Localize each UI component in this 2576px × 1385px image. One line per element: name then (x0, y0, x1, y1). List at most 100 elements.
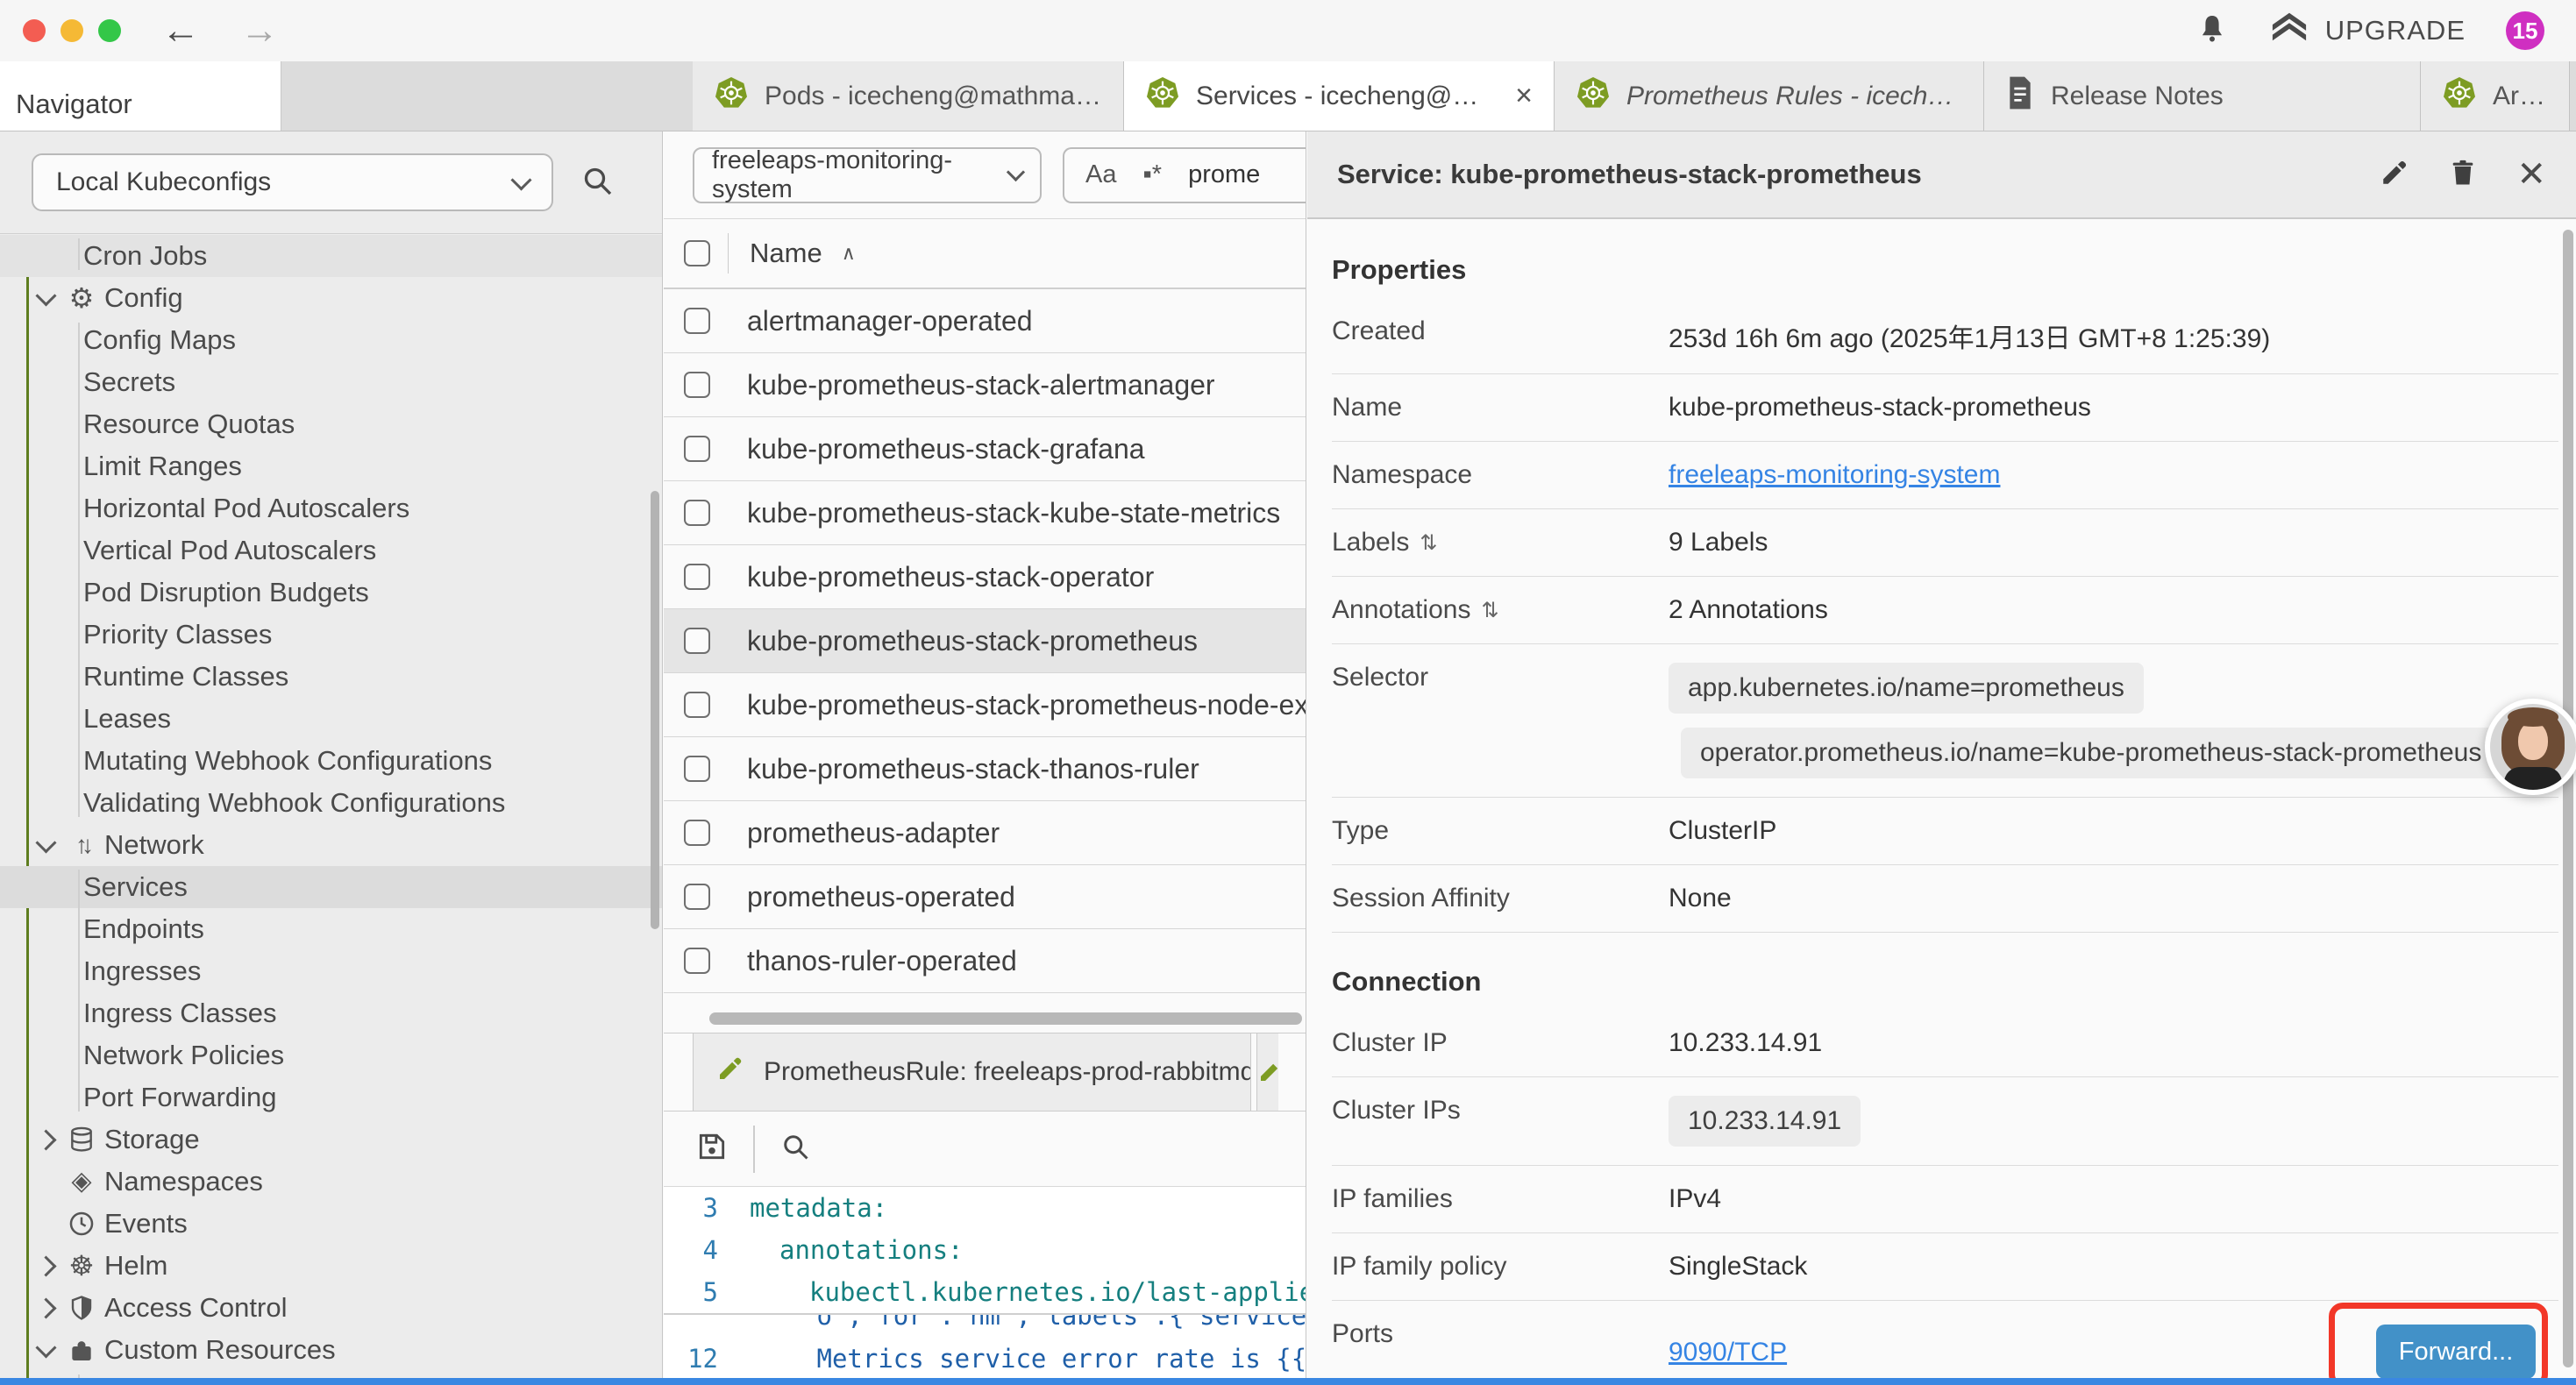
sidebar-item-horizontal-pod-autoscalers[interactable]: Horizontal Pod Autoscalers (0, 487, 662, 529)
close-window-button[interactable] (23, 19, 46, 42)
editor-tab-clipped[interactable] (1256, 1033, 1278, 1111)
save-icon[interactable] (695, 1130, 729, 1168)
namespace-filter-select[interactable]: freeleaps-monitoring-system (693, 147, 1042, 203)
tab-release-notes[interactable]: Release Notes (1984, 61, 2421, 131)
sidebar-item-leases[interactable]: Leases (0, 698, 662, 740)
editor-tab-prometheusrule[interactable]: PrometheusRule: freeleaps-prod-rabbitmq (693, 1033, 1251, 1111)
maximize-window-button[interactable] (98, 19, 121, 42)
sidebar-item-vertical-pod-autoscalers[interactable]: Vertical Pod Autoscalers (0, 529, 662, 572)
sidebar-item-services[interactable]: Services (0, 866, 662, 908)
table-row-kube-prometheus-stack-grafana[interactable]: kube-prometheus-stack-grafana (664, 417, 1306, 481)
sidebar-item-namespaces[interactable]: ◈Namespaces (0, 1161, 662, 1203)
chevron-down-icon[interactable] (35, 832, 56, 853)
upgrade-button[interactable]: UPGRADE (2269, 9, 2466, 53)
row-checkbox[interactable] (684, 372, 710, 398)
sidebar-item-storage[interactable]: Storage (0, 1119, 662, 1161)
table-row-kube-prometheus-stack-kube-state-metrics[interactable]: kube-prometheus-stack-kube-state-metrics (664, 481, 1306, 545)
sort-toggle-icon[interactable]: ⇅ (1420, 530, 1437, 556)
horizontal-scrollbar[interactable] (709, 1012, 1302, 1025)
sidebar-item-cron-jobs[interactable]: Cron Jobs (0, 235, 662, 277)
row-checkbox[interactable] (684, 692, 710, 718)
row-checkbox[interactable] (684, 884, 710, 910)
sidebar-item-mutating-webhook-configurations[interactable]: Mutating Webhook Configurations (0, 740, 662, 782)
tab-close-icon[interactable]: × (1503, 79, 1533, 113)
table-row-kube-prometheus-stack-prometheus[interactable]: kube-prometheus-stack-prometheus (664, 609, 1306, 673)
table-row-kube-prometheus-stack-operator[interactable]: kube-prometheus-stack-operator (664, 545, 1306, 609)
port-link-9090-tcp[interactable]: 9090/TCP (1669, 1338, 1787, 1367)
tab-prometheus-rules-icecheng[interactable]: Prometheus Rules - icecheng... (1555, 61, 1984, 131)
match-case-icon[interactable]: Aa (1085, 160, 1116, 189)
resource-search-input[interactable]: Aa ▪* prome (1063, 147, 1306, 203)
sidebar-item-limit-ranges[interactable]: Limit Ranges (0, 445, 662, 487)
sidebar-item-validating-webhook-configurations[interactable]: Validating Webhook Configurations (0, 782, 662, 824)
user-badge[interactable]: 15 (2506, 11, 2544, 50)
row-checkbox[interactable] (684, 628, 710, 654)
minimize-window-button[interactable] (60, 19, 83, 42)
sidebar-item-label: Mutating Webhook Configurations (83, 745, 492, 777)
tab-services-icecheng-math[interactable]: Services - icecheng@math...× (1124, 61, 1555, 131)
tab-argo-se[interactable]: Argo Se (2421, 61, 2570, 131)
sidebar-item-resource-quotas[interactable]: Resource Quotas (0, 403, 662, 445)
row-checkbox[interactable] (684, 308, 710, 334)
sidebar-item-endpoints[interactable]: Endpoints (0, 908, 662, 950)
sidebar-item-ingresses[interactable]: Ingresses (0, 950, 662, 992)
yaml-editor[interactable]: 3metadata:4annotations:5kubectl.kubernet… (664, 1187, 1306, 1378)
table-row-thanos-ruler-operated[interactable]: thanos-ruler-operated (664, 929, 1306, 993)
row-checkbox[interactable] (684, 564, 710, 590)
sidebar-item-port-forwarding[interactable]: Port Forwarding (0, 1076, 662, 1119)
kubeconfig-selector[interactable]: Local Kubeconfigs (32, 153, 553, 211)
sort-asc-icon[interactable]: ∧ (842, 242, 856, 265)
close-details-icon[interactable]: ✕ (2516, 157, 2546, 192)
editor-search-icon[interactable] (779, 1131, 811, 1167)
sidebar-item-config[interactable]: ⚙Config (0, 277, 662, 319)
edit-pencil-icon[interactable] (2380, 158, 2409, 192)
row-checkbox[interactable] (684, 948, 710, 974)
sidebar-scrollbar[interactable] (651, 491, 659, 929)
sidebar-item-definitions[interactable]: Definitions (0, 1371, 662, 1378)
row-checkbox[interactable] (684, 820, 710, 846)
row-checkbox[interactable] (684, 436, 710, 462)
user-avatar[interactable] (2485, 699, 2576, 795)
sort-toggle-icon[interactable]: ⇅ (1481, 598, 1498, 623)
sidebar-item-helm[interactable]: ☸Helm (0, 1245, 662, 1287)
tab-pods-icecheng-mathmas[interactable]: Pods - icecheng@mathmas... (693, 61, 1124, 131)
details-title: Service: kube-prometheus-stack-prometheu… (1337, 159, 1922, 190)
select-all-checkbox[interactable] (684, 240, 710, 266)
regex-icon[interactable]: ▪* (1142, 160, 1162, 189)
chevron-right-icon[interactable] (35, 1129, 56, 1150)
table-row-prometheus-adapter[interactable]: prometheus-adapter (664, 801, 1306, 865)
value-badge: app.kubernetes.io/name=prometheus (1669, 663, 2144, 714)
row-checkbox[interactable] (684, 756, 710, 782)
name-column-header[interactable]: Name (750, 238, 822, 269)
sidebar-item-access-control[interactable]: Access Control (0, 1287, 662, 1329)
sidebar-item-ingress-classes[interactable]: Ingress Classes (0, 992, 662, 1034)
details-scrollbar[interactable] (2563, 230, 2573, 1367)
sidebar-item-config-maps[interactable]: Config Maps (0, 319, 662, 361)
chevron-right-icon[interactable] (35, 1297, 56, 1318)
forward-arrow-button[interactable]: → (240, 11, 279, 50)
chevron-right-icon[interactable] (35, 1255, 56, 1276)
chevron-down-icon[interactable] (35, 285, 56, 306)
section-heading-properties: Properties (1332, 221, 2558, 298)
sidebar-item-runtime-classes[interactable]: Runtime Classes (0, 656, 662, 698)
delete-trash-icon[interactable] (2448, 158, 2478, 192)
table-row-kube-prometheus-stack-thanos-ruler[interactable]: kube-prometheus-stack-thanos-ruler (664, 737, 1306, 801)
notifications-bell-icon[interactable] (2195, 11, 2229, 51)
sidebar-item-network-policies[interactable]: Network Policies (0, 1034, 662, 1076)
table-row-kube-prometheus-stack-alertmanager[interactable]: kube-prometheus-stack-alertmanager (664, 353, 1306, 417)
table-row-kube-prometheus-stack-prometheus-node-expor[interactable]: kube-prometheus-stack-prometheus-node-ex… (664, 673, 1306, 737)
chevron-down-icon[interactable] (35, 1337, 56, 1358)
sidebar-item-pod-disruption-budgets[interactable]: Pod Disruption Budgets (0, 572, 662, 614)
sidebar-item-events[interactable]: Events (0, 1203, 662, 1245)
sidebar-item-network[interactable]: ↑↓Network (0, 824, 662, 866)
forward-button[interactable]: Forward... (2376, 1325, 2536, 1378)
back-arrow-button[interactable]: ← (161, 11, 200, 50)
table-row-alertmanager-operated[interactable]: alertmanager-operated (664, 289, 1306, 353)
table-row-prometheus-operated[interactable]: prometheus-operated (664, 865, 1306, 929)
row-checkbox[interactable] (684, 500, 710, 526)
sidebar-item-priority-classes[interactable]: Priority Classes (0, 614, 662, 656)
sidebar-search-icon[interactable] (580, 163, 615, 202)
sidebar-item-custom-resources[interactable]: Custom Resources (0, 1329, 662, 1371)
sidebar-item-secrets[interactable]: Secrets (0, 361, 662, 403)
namespace-link[interactable]: freeleaps-monitoring-system (1669, 460, 2000, 489)
